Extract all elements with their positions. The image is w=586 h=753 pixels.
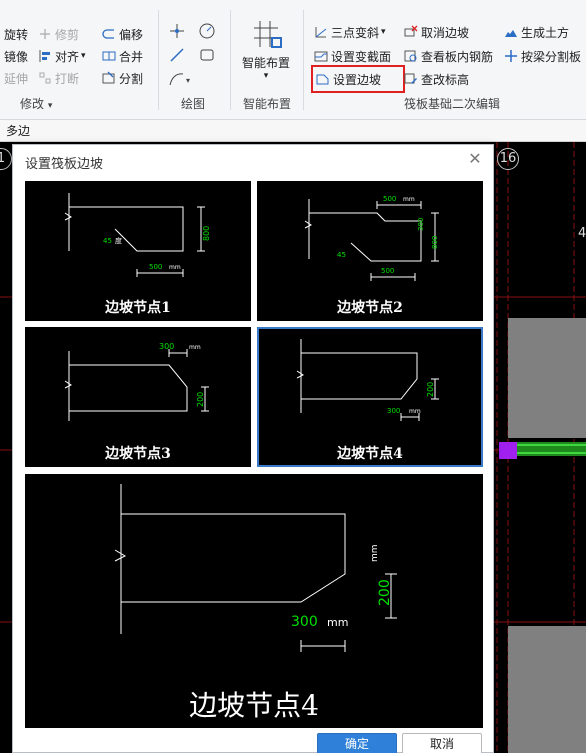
- arc-tool-icon[interactable]: ▾: [167, 68, 197, 90]
- section-icon: [314, 49, 328, 63]
- edge-node-1-option[interactable]: 800 45 度 500 mm 边坡节点1: [25, 181, 251, 321]
- edge-node-3-option[interactable]: 300 mm 200 边坡节点3: [25, 327, 251, 467]
- cancel-edge-slope-button[interactable]: 取消边坡: [404, 22, 469, 42]
- extend-button[interactable]: 延伸: [4, 68, 28, 88]
- node2-top-value: 500: [383, 195, 396, 203]
- node-2-drawing: 500 mm 300 800 45 500: [304, 195, 439, 281]
- trim-button[interactable]: 修剪: [38, 24, 79, 44]
- preview-height-unit: mm: [370, 544, 380, 562]
- modify-group: 旋转 修剪 偏移 镜像 对齐 ▾ 合并 延伸 打断 分割 修改 ▾: [0, 0, 158, 118]
- edge-node-2-caption: 边坡节点2: [337, 300, 403, 316]
- node2-angle-value: 45: [337, 251, 346, 259]
- edge-node-3-caption: 边坡节点3: [105, 446, 171, 462]
- split-beam-icon: [504, 49, 518, 63]
- node4-height-value: 200: [426, 382, 435, 397]
- view-rebar-icon: [404, 49, 418, 63]
- node1-width-value: 500: [149, 263, 162, 271]
- edge-node-4-caption: 边坡节点4: [337, 446, 403, 462]
- raft-edit-group: 三点变斜 ▾ 取消边坡 生成土方 设置变截面 查看板内钢筋 按梁分割板 设置边坡 …: [304, 0, 586, 118]
- align-icon: [38, 49, 52, 63]
- node1-height-value: 800: [202, 226, 211, 241]
- split-by-beam-button[interactable]: 按梁分割板: [504, 46, 581, 66]
- preview-height-value: 200: [377, 579, 393, 606]
- smart-layout-dropdown-icon: ▾: [263, 71, 269, 81]
- rect-tool-icon[interactable]: [197, 44, 219, 66]
- node-4-drawing: 200 300 mm: [296, 339, 439, 421]
- dialog-title: 设置筏板边坡: [25, 157, 104, 172]
- split-button[interactable]: 分割: [102, 68, 143, 88]
- cancel-button[interactable]: 取消: [402, 733, 482, 753]
- slope-dropdown-icon: ▾: [381, 27, 386, 37]
- view-rebar-button[interactable]: 查看板内钢筋: [404, 46, 493, 66]
- set-section-button[interactable]: 设置变截面: [314, 46, 391, 66]
- node2-height-value: 800: [431, 236, 439, 249]
- highlight-box: [311, 65, 405, 93]
- group-expand-icon: ▾: [47, 101, 53, 111]
- modify-group-label[interactable]: 修改 ▾: [20, 95, 52, 112]
- polygon-mode-label: 多边: [6, 124, 31, 138]
- preview-drawing: 200 mm 300 mm: [114, 484, 397, 652]
- edge-node-4-option[interactable]: 200 300 mm 边坡节点4: [257, 327, 483, 467]
- edit-elevation-icon: [404, 72, 418, 86]
- node4-width-value: 300: [387, 407, 400, 415]
- node-1-drawing: 800 45 度 500 mm: [64, 193, 211, 277]
- point-tool-icon[interactable]: [167, 20, 189, 42]
- preview-caption: 边坡节点4: [189, 689, 319, 722]
- slope-icon: [314, 25, 328, 39]
- node-3-drawing: 300 mm 200: [64, 342, 209, 421]
- line-tool-icon[interactable]: [167, 44, 189, 66]
- mirror-button[interactable]: 镜像: [4, 46, 28, 66]
- node2-width-value: 500: [381, 267, 394, 275]
- node1-angle-unit: 度: [115, 236, 122, 245]
- node2-unit: mm: [403, 196, 415, 203]
- ribbon: 旋转 修剪 偏移 镜像 对齐 ▾ 合并 延伸 打断 分割 修改 ▾ ▾ 绘图 智…: [0, 0, 586, 120]
- node3-width-value: 300: [159, 342, 174, 351]
- preview-width-value: 300: [291, 614, 318, 630]
- node2-mid-value: 300: [417, 218, 425, 231]
- align-dropdown-icon: ▾: [81, 51, 86, 61]
- smart-group-label: 智能布置: [243, 97, 292, 111]
- offset-icon: [102, 27, 116, 41]
- break-icon: [38, 71, 52, 85]
- raft-group-label: 筏板基础二次编辑: [404, 97, 501, 111]
- smart-layout-group: 智能布置 ▾ 智能布置: [231, 0, 303, 118]
- merge-icon: [102, 49, 116, 63]
- break-button[interactable]: 打断: [38, 68, 79, 88]
- align-button[interactable]: 对齐 ▾: [38, 46, 86, 66]
- smart-layout-icon: [250, 18, 282, 50]
- axis-badge-right: 16: [497, 148, 519, 170]
- ok-button[interactable]: 确定: [317, 733, 397, 753]
- offset-button[interactable]: 偏移: [102, 24, 143, 44]
- node1-unit: mm: [169, 264, 181, 271]
- draw-group-label: 绘图: [181, 97, 206, 111]
- merge-button[interactable]: 合并: [102, 46, 143, 66]
- edge-node-preview: 200 mm 300 mm 边坡节点4: [25, 474, 483, 728]
- svg-text:▾: ▾: [186, 76, 190, 85]
- edit-elevation-button[interactable]: 查改标高: [404, 69, 469, 89]
- trim-icon: [38, 27, 52, 41]
- set-raft-edge-slope-dialog: 设置筏板边坡 ✕ 800 45 度 500 mm 边坡节点1 500 mm 30…: [12, 144, 494, 753]
- node3-height-value: 200: [196, 392, 205, 407]
- smart-layout-button[interactable]: 智能布置 ▾: [235, 18, 297, 81]
- node3-unit: mm: [189, 344, 201, 351]
- edge-node-1-caption: 边坡节点1: [105, 300, 171, 316]
- three-point-slope-button[interactable]: 三点变斜 ▾: [314, 22, 386, 42]
- rotate-button[interactable]: 旋转: [4, 24, 28, 44]
- generate-earthwork-button[interactable]: 生成土方: [504, 22, 569, 42]
- edge-node-2-option[interactable]: 500 mm 300 800 45 500 边坡节点2: [257, 181, 483, 321]
- earthwork-icon: [504, 25, 518, 39]
- node4-unit: mm: [409, 408, 421, 415]
- node1-angle-value: 45: [103, 237, 112, 245]
- draw-group: ▾ 绘图: [159, 0, 230, 118]
- close-icon[interactable]: ✕: [467, 151, 483, 167]
- property-bar: 多边: [0, 120, 586, 142]
- split-icon: [102, 71, 116, 85]
- canvas-side-label: 4: [578, 226, 586, 241]
- preview-width-unit: mm: [327, 616, 348, 629]
- cancel-slope-icon: [404, 25, 418, 39]
- circle-tool-icon[interactable]: [197, 20, 219, 42]
